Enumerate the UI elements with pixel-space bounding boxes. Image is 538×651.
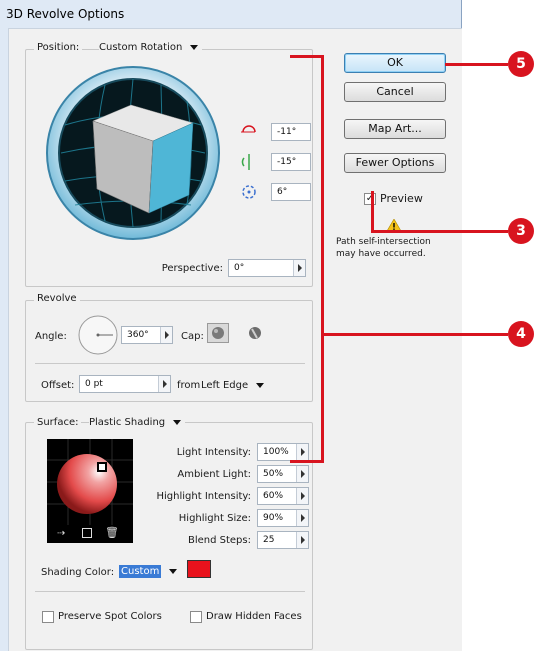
highlight-size-label: Highlight Size:	[178, 513, 251, 524]
chevron-right-icon[interactable]	[160, 327, 172, 343]
cap-label: Cap:	[181, 331, 204, 342]
angle-field[interactable]: 360°	[121, 326, 173, 344]
light-intensity-field[interactable]: 100%	[257, 443, 309, 461]
draw-hidden-faces-label: Draw Hidden Faces	[206, 611, 302, 622]
chevron-right-icon[interactable]	[296, 510, 308, 526]
position-value: Custom Rotation	[99, 42, 183, 53]
perspective-field[interactable]: 0°	[228, 259, 306, 277]
ambient-light-field[interactable]: 50%	[257, 465, 309, 483]
highlight-intensity-field[interactable]: 60%	[257, 487, 309, 505]
warning-text-line2: may have occurred.	[336, 249, 426, 259]
angle-dial[interactable]	[77, 314, 119, 356]
3d-revolve-dialog: 3D Revolve Options Position: Custom Rota…	[0, 0, 462, 651]
chevron-right-icon[interactable]	[296, 466, 308, 482]
draw-hidden-faces-checkbox[interactable]	[190, 611, 202, 623]
ok-button[interactable]: OK	[344, 53, 446, 73]
callout-badge-4: 4	[508, 321, 534, 347]
y-rotation-field[interactable]: -15°	[271, 153, 311, 171]
shading-color-label: Shading Color:	[41, 567, 115, 578]
callout-3-line	[371, 230, 508, 233]
chevron-right-icon[interactable]	[296, 488, 308, 504]
cap-hollow-icon	[249, 327, 261, 339]
offset-field[interactable]: 0 pt	[79, 375, 171, 393]
angle-label: Angle:	[35, 331, 67, 342]
x-axis-rotation-icon	[241, 125, 256, 133]
chevron-down-icon	[173, 420, 182, 425]
ambient-light-value: 50%	[263, 469, 284, 479]
highlight-intensity-value: 60%	[263, 491, 284, 501]
angle-value: 360°	[127, 330, 149, 340]
chevron-right-icon[interactable]	[296, 444, 308, 460]
preview-checkbox[interactable]: ✓	[364, 193, 376, 205]
blend-steps-label: Blend Steps:	[187, 535, 251, 546]
surface-dropdown[interactable]: Plastic Shading	[89, 417, 186, 428]
position-header: Position:	[34, 42, 83, 53]
y-axis-rotation-icon	[241, 154, 250, 170]
cap-off-button[interactable]	[245, 324, 265, 342]
z-axis-rotation-icon	[242, 185, 256, 199]
preview-label: Preview	[380, 192, 423, 205]
map-art-button[interactable]: Map Art...	[344, 119, 446, 139]
callout-bracket-top	[290, 55, 324, 58]
from-dropdown[interactable]: Left Edge	[201, 376, 265, 394]
from-value: Left Edge	[201, 379, 249, 391]
chevron-down-icon	[169, 568, 178, 574]
new-light-icon[interactable]	[82, 528, 92, 538]
highlight-size-field[interactable]: 90%	[257, 509, 309, 527]
surface-divider	[35, 591, 305, 592]
warning-text-line1: Path self-intersection	[336, 237, 431, 247]
dialog-title: 3D Revolve Options	[6, 7, 125, 21]
fewer-options-button[interactable]: Fewer Options	[344, 153, 446, 173]
shading-color-dropdown[interactable]: Custom	[119, 562, 178, 580]
chevron-down-icon	[190, 45, 199, 50]
blend-steps-field[interactable]: 25	[257, 531, 309, 549]
trash-icon[interactable]: 🗑	[105, 526, 119, 539]
rotation-track-cube[interactable]	[45, 65, 221, 241]
revolve-title: Revolve	[34, 293, 80, 304]
dialog-body: Position: Custom Rotation -11° -15° 6° P…	[8, 28, 462, 651]
blend-steps-value: 25	[263, 535, 275, 545]
x-rotation-field[interactable]: -11°	[271, 123, 311, 141]
chevron-right-icon[interactable]	[293, 260, 305, 276]
offset-label: Offset:	[41, 380, 75, 391]
from-label: from	[177, 380, 201, 391]
surface-header: Surface:	[34, 417, 82, 428]
callout-badge-5: 5	[508, 51, 534, 77]
perspective-value: 0°	[234, 263, 245, 273]
shading-color-value: Custom	[119, 564, 162, 578]
callout-badge-3: 3	[508, 218, 534, 244]
cap-on-button[interactable]	[207, 323, 229, 343]
perspective-label: Perspective:	[161, 263, 223, 274]
ambient-light-label: Ambient Light:	[177, 469, 251, 480]
move-light-back-icon[interactable]: ⇢	[57, 528, 65, 539]
offset-value: 0 pt	[85, 379, 103, 389]
highlight-intensity-label: Highlight Intensity:	[156, 491, 252, 502]
position-label: Position:	[37, 42, 80, 53]
callout-3-vertical	[371, 191, 374, 233]
z-rotation-field[interactable]: 6°	[271, 183, 311, 201]
shading-color-swatch[interactable]	[187, 560, 211, 578]
callout-4-line	[324, 333, 508, 336]
position-dropdown[interactable]: Custom Rotation	[99, 42, 203, 53]
cancel-button[interactable]: Cancel	[344, 82, 446, 102]
preserve-spot-colors-label: Preserve Spot Colors	[58, 611, 162, 622]
chevron-right-icon[interactable]	[158, 376, 170, 392]
surface-value: Plastic Shading	[89, 417, 166, 428]
revolve-divider	[35, 363, 305, 364]
preserve-spot-colors-checkbox[interactable]	[42, 611, 54, 623]
light-intensity-value: 100%	[263, 447, 289, 457]
lighting-sphere-preview[interactable]	[47, 439, 133, 525]
chevron-right-icon[interactable]	[296, 532, 308, 548]
highlight-size-value: 90%	[263, 513, 284, 523]
light-intensity-label: Light Intensity:	[176, 447, 251, 458]
callout-bracket-bottom	[290, 460, 324, 463]
surface-label: Surface:	[37, 417, 79, 428]
chevron-down-icon	[256, 382, 265, 388]
callout-bracket-vertical	[321, 55, 324, 463]
cap-solid-icon	[212, 327, 224, 339]
callout-5-line	[445, 63, 508, 66]
